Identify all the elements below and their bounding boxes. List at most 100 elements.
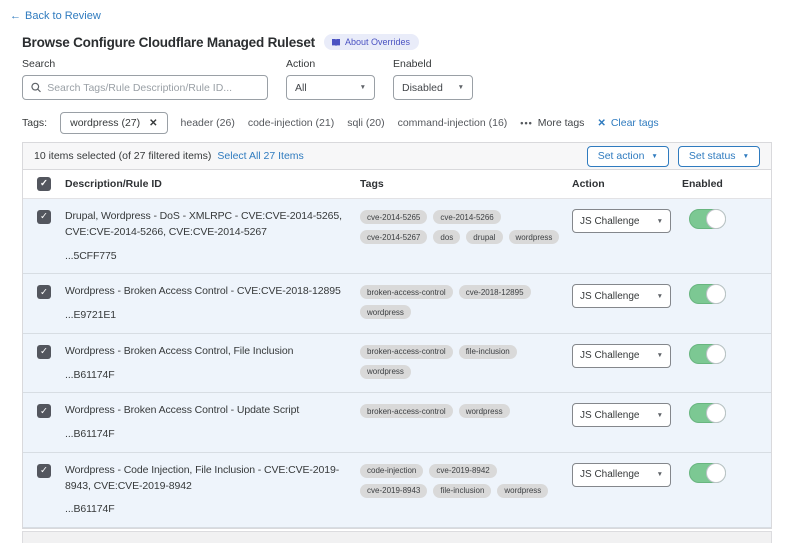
page-header: Browse Configure Cloudflare Managed Rule… bbox=[22, 34, 794, 50]
search-label: Search bbox=[22, 58, 268, 70]
tag-pill: file-inclusion bbox=[459, 345, 517, 359]
clear-tags-label: Clear tags bbox=[611, 117, 659, 129]
enabled-toggle[interactable] bbox=[689, 209, 726, 229]
selection-toolbar: 10 items selected (of 27 filtered items)… bbox=[22, 142, 772, 170]
row-checkbox[interactable]: ✓ bbox=[37, 285, 51, 299]
tag-option-code-injection[interactable]: code-injection (21) bbox=[248, 117, 334, 129]
set-status-label: Set status bbox=[689, 150, 736, 162]
search-box bbox=[22, 75, 268, 100]
rule-action-select[interactable]: JS Challenge ▼ bbox=[572, 209, 671, 233]
search-icon bbox=[31, 82, 41, 93]
action-filter-select[interactable]: All ▼ bbox=[286, 75, 375, 100]
next-section-edge bbox=[22, 531, 772, 543]
rule-action-value: JS Challenge bbox=[580, 469, 639, 480]
rule-tags: broken-access-controlfile-inclusionwordp… bbox=[360, 344, 562, 379]
selected-tag-chip[interactable]: wordpress (27) ✕ bbox=[60, 112, 167, 134]
select-all-link[interactable]: Select All 27 Items bbox=[217, 150, 303, 162]
tag-pill: cve-2018-12895 bbox=[459, 285, 531, 299]
rule-action-select[interactable]: JS Challenge ▼ bbox=[572, 344, 671, 368]
row-checkbox[interactable]: ✓ bbox=[37, 345, 51, 359]
chevron-down-icon: ▼ bbox=[657, 293, 663, 300]
toggle-knob bbox=[706, 209, 726, 229]
rule-tags: cve-2014-5265 cve-2014-5266 cve-2014-5267 d… bbox=[360, 209, 562, 244]
column-header-action: Action bbox=[572, 178, 682, 190]
search-input[interactable] bbox=[47, 82, 259, 94]
table-row: ✓ Wordpress - Code Injection, File Inclu… bbox=[23, 453, 771, 528]
rule-action-select[interactable]: JS Challenge ▼ bbox=[572, 284, 671, 308]
more-tags-button[interactable]: ••• More tags bbox=[520, 117, 584, 129]
rule-tags: broken-access-control cve-2018-12895 wordp… bbox=[360, 284, 562, 319]
more-tags-label: More tags bbox=[538, 117, 585, 129]
book-icon bbox=[331, 38, 341, 47]
rule-id: ...B61174F bbox=[65, 368, 344, 384]
rule-description: Wordpress - Broken Access Control, File … bbox=[65, 344, 344, 360]
enabled-toggle[interactable] bbox=[689, 344, 726, 364]
action-filter-value: All bbox=[295, 82, 307, 94]
chevron-down-icon: ▼ bbox=[743, 153, 749, 160]
clear-tags-button[interactable]: ✕ Clear tags bbox=[597, 117, 658, 129]
about-badge-label: About Overrides bbox=[345, 37, 410, 47]
enabled-filter-value: Disabled bbox=[402, 82, 443, 94]
action-filter-label: Action bbox=[286, 58, 375, 70]
table-header-row: ✓ Description/Rule ID Tags Action Enable… bbox=[23, 170, 771, 199]
rule-action-select[interactable]: JS Challenge ▼ bbox=[572, 403, 671, 427]
tag-pill: dos bbox=[433, 230, 460, 244]
select-all-checkbox[interactable]: ✓ bbox=[37, 177, 51, 191]
column-header-enabled: Enabled bbox=[682, 178, 771, 190]
about-overrides-badge[interactable]: About Overrides bbox=[324, 34, 419, 50]
tag-pill: wordpress bbox=[360, 365, 411, 379]
rule-action-select[interactable]: JS Challenge ▼ bbox=[572, 463, 671, 487]
ellipsis-icon: ••• bbox=[520, 118, 532, 128]
remove-tag-icon[interactable]: ✕ bbox=[149, 118, 157, 129]
table-row: ✓ Drupal, Wordpress - DoS - XMLRPC - CVE… bbox=[23, 199, 771, 274]
row-checkbox[interactable]: ✓ bbox=[37, 210, 51, 224]
tag-pill: wordpress bbox=[360, 305, 411, 319]
row-checkbox[interactable]: ✓ bbox=[37, 404, 51, 418]
set-action-label: Set action bbox=[598, 150, 645, 162]
column-header-tags: Tags bbox=[360, 178, 572, 190]
chevron-down-icon: ▼ bbox=[458, 84, 464, 91]
rule-tags: broken-access-controlwordpress bbox=[360, 403, 562, 418]
row-checkbox[interactable]: ✓ bbox=[37, 464, 51, 478]
tag-pill: wordpress bbox=[509, 230, 560, 244]
rule-id: ...E9721E1 bbox=[65, 308, 344, 324]
tag-pill: cve-2014-5267 bbox=[360, 230, 427, 244]
tags-bar: Tags: wordpress (27) ✕ header (26) code-… bbox=[22, 112, 794, 134]
rule-id: ...B61174F bbox=[65, 427, 344, 443]
toggle-knob bbox=[706, 403, 726, 423]
rule-description: Wordpress - Code Injection, File Inclusi… bbox=[65, 463, 344, 495]
enabled-filter-group: Enabeld Disabled ▼ bbox=[393, 58, 473, 100]
search-filter-group: Search bbox=[22, 58, 268, 100]
enabled-toggle[interactable] bbox=[689, 403, 726, 423]
tag-pill: cve-2014-5265 bbox=[360, 210, 427, 224]
enabled-toggle[interactable] bbox=[689, 284, 726, 304]
selection-count-text: 10 items selected (of 27 filtered items) bbox=[34, 150, 211, 162]
rule-description: Drupal, Wordpress - DoS - XMLRPC - CVE:C… bbox=[65, 209, 344, 241]
rule-action-value: JS Challenge bbox=[580, 350, 639, 361]
tag-pill: drupal bbox=[466, 230, 502, 244]
tag-pill: cve-2014-5266 bbox=[433, 210, 500, 224]
toggle-knob bbox=[706, 463, 726, 483]
back-to-review-link[interactable]: ← Back to Review bbox=[10, 10, 101, 22]
tag-option-header[interactable]: header (26) bbox=[181, 117, 235, 129]
tag-pill: broken-access-control bbox=[360, 285, 453, 299]
tag-option-sqli[interactable]: sqli (20) bbox=[347, 117, 384, 129]
rules-table: ✓ Description/Rule ID Tags Action Enable… bbox=[22, 170, 772, 529]
set-status-button[interactable]: Set status ▼ bbox=[678, 146, 760, 167]
toggle-knob bbox=[706, 344, 726, 364]
rule-id: ...5CFF775 bbox=[65, 249, 344, 265]
table-row: ✓ Wordpress - Broken Access Control - Up… bbox=[23, 393, 771, 453]
enabled-filter-label: Enabeld bbox=[393, 58, 473, 70]
filter-bar: Search Action All ▼ Enabeld Disabled ▼ bbox=[22, 58, 794, 100]
column-header-description: Description/Rule ID bbox=[65, 178, 360, 190]
enabled-toggle[interactable] bbox=[689, 463, 726, 483]
tag-option-command-injection[interactable]: command-injection (16) bbox=[398, 117, 508, 129]
table-body: ✓ Drupal, Wordpress - DoS - XMLRPC - CVE… bbox=[23, 199, 771, 528]
table-row: ✓ Wordpress - Broken Access Control, Fil… bbox=[23, 334, 771, 394]
tag-pill: wordpress bbox=[459, 404, 510, 418]
rule-description: Wordpress - Broken Access Control - Upda… bbox=[65, 403, 344, 419]
set-action-button[interactable]: Set action ▼ bbox=[587, 146, 669, 167]
tag-pill: cve-2019-8942 bbox=[429, 464, 496, 478]
enabled-filter-select[interactable]: Disabled ▼ bbox=[393, 75, 473, 100]
tag-pill: file-inclusion bbox=[433, 484, 491, 498]
